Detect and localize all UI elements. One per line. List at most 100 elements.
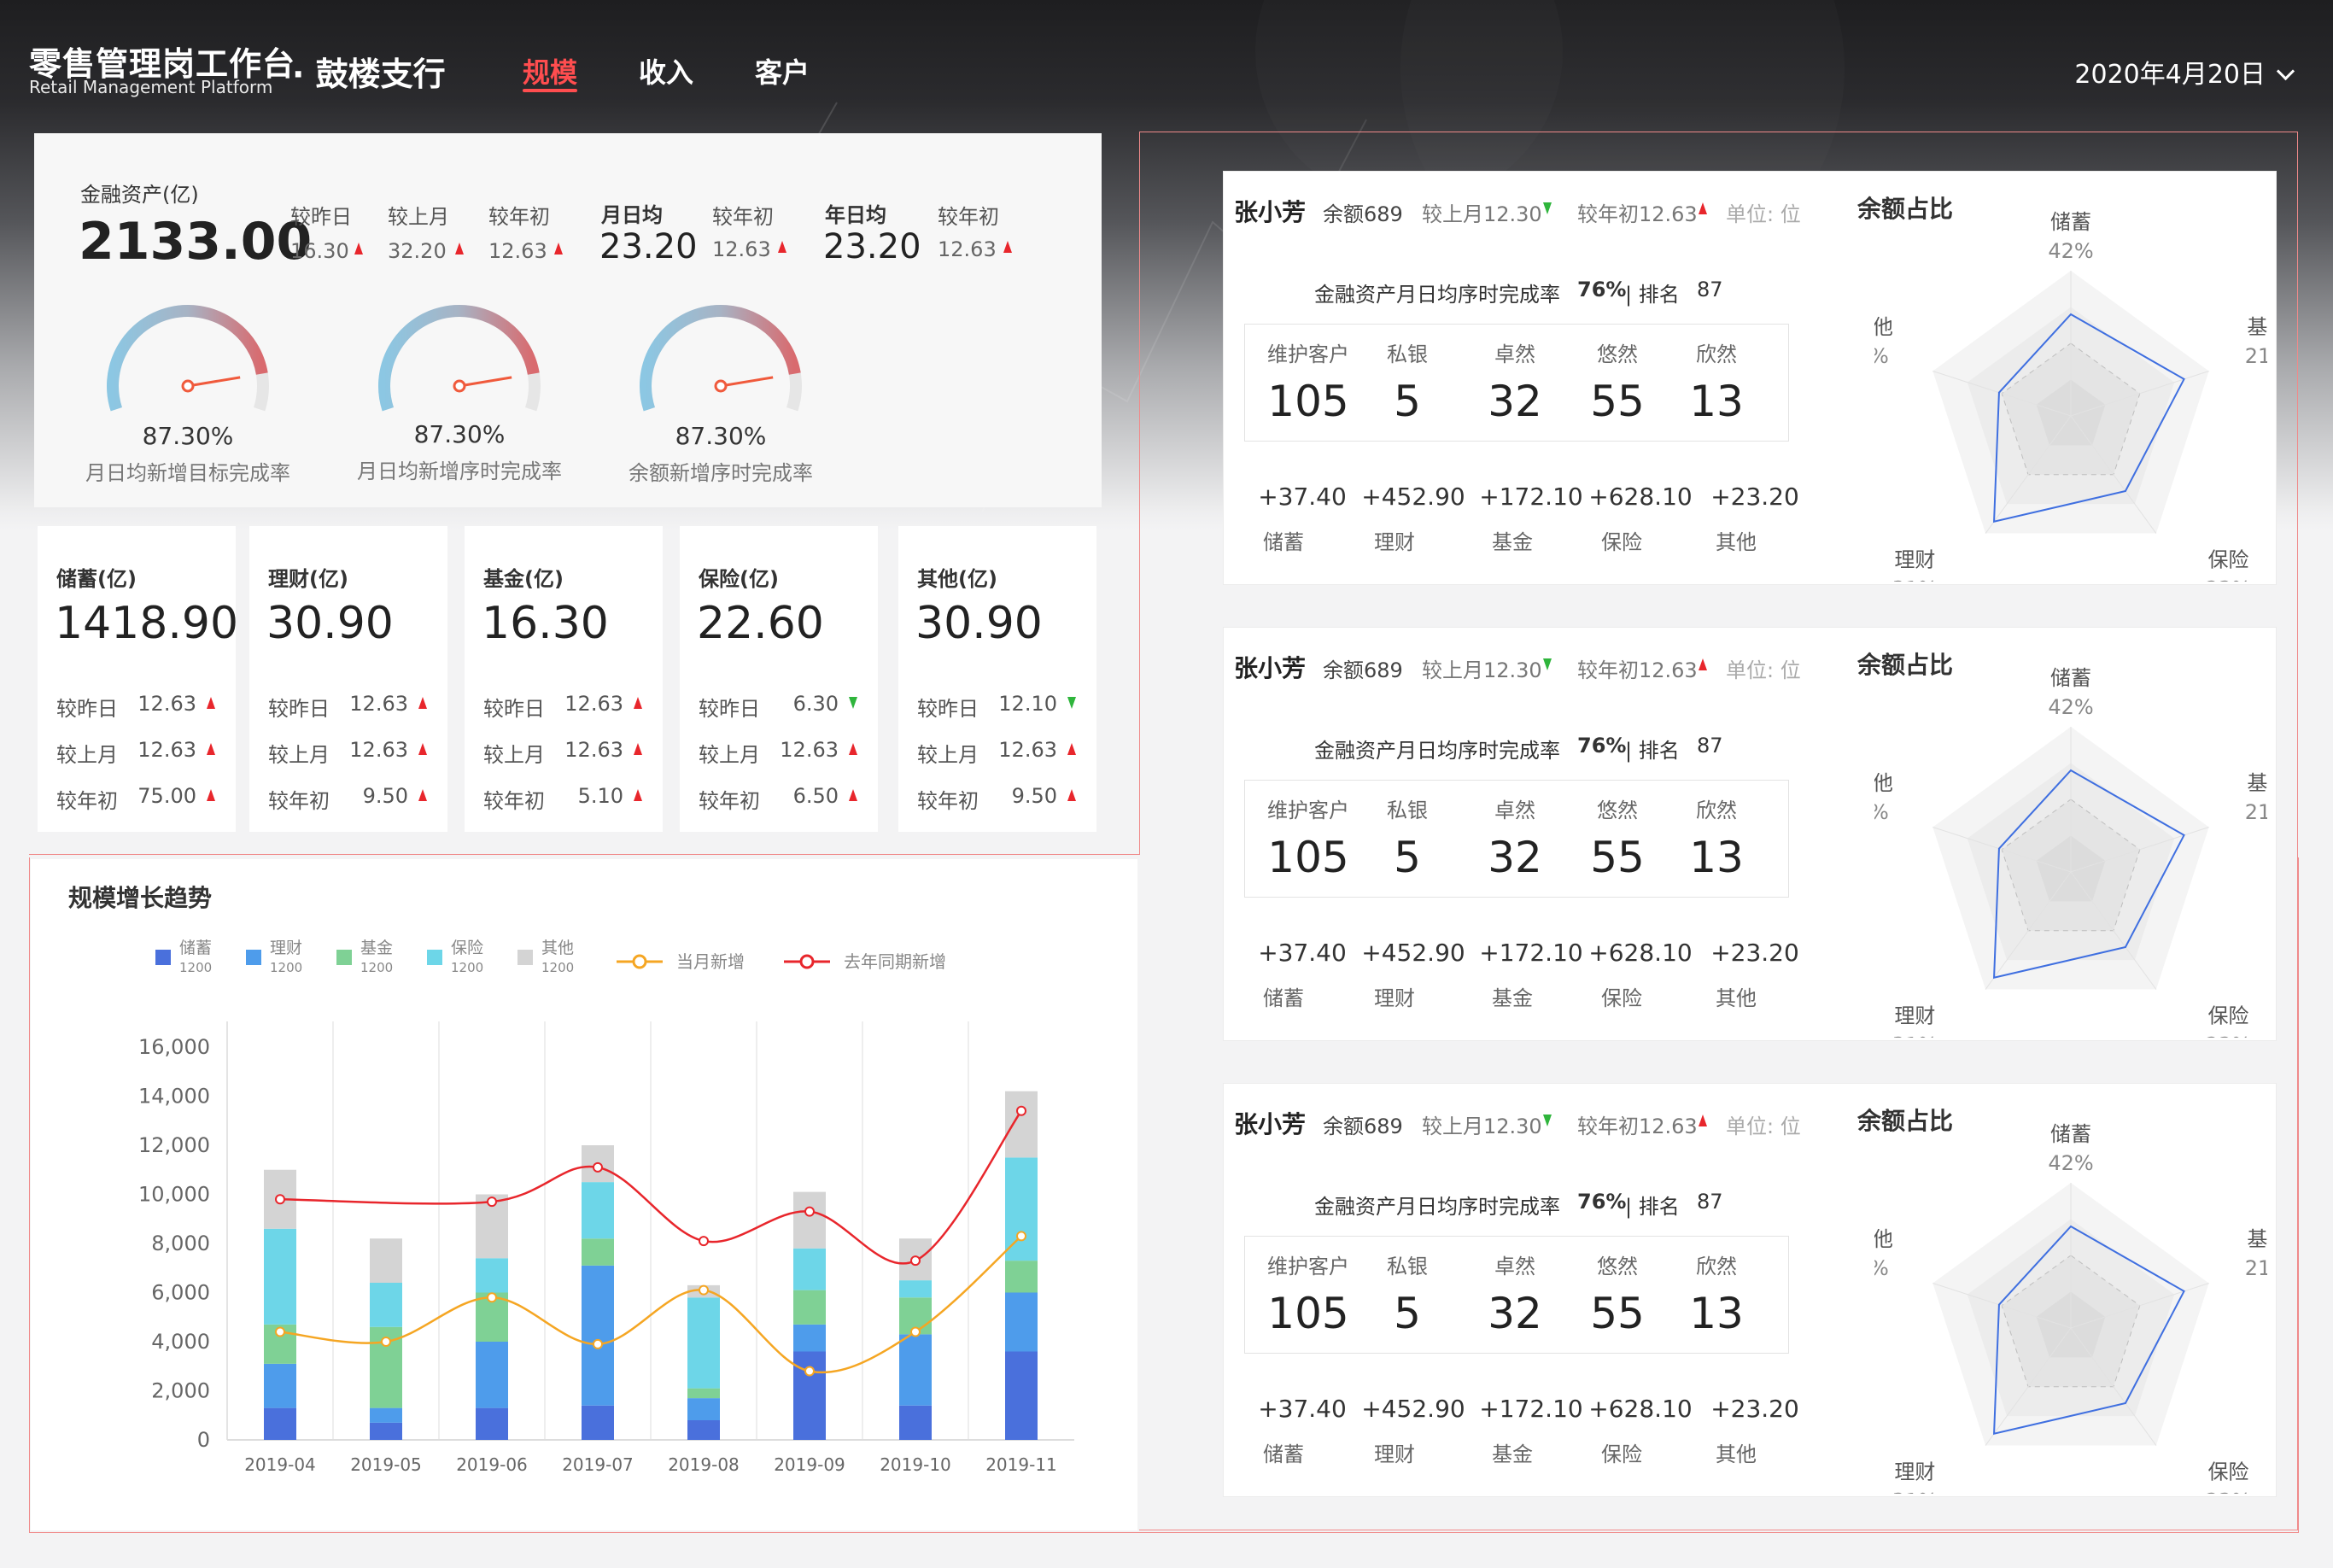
bar-segment[interactable] — [476, 1342, 508, 1408]
legend-swatch[interactable] — [336, 950, 352, 965]
date-selector[interactable]: 2020年4月20日 — [2074, 53, 2295, 91]
bar-segment[interactable] — [582, 1238, 614, 1266]
bar-segment[interactable] — [1005, 1157, 1038, 1261]
legend-label[interactable]: 保险 — [451, 939, 483, 957]
stat-value: 13 — [1689, 377, 1744, 426]
bar-segment[interactable] — [793, 1248, 826, 1290]
bar-segment[interactable] — [476, 1258, 508, 1293]
stat-label: 私银 — [1387, 342, 1428, 366]
legend-label[interactable]: 理财 — [270, 939, 302, 957]
radar-axis-label: 其他 — [1874, 315, 1893, 339]
bar-segment[interactable] — [687, 1420, 720, 1440]
gauge-chart — [640, 305, 802, 412]
increment-label: 基金 — [1492, 1442, 1533, 1466]
bar-segment[interactable] — [793, 1191, 826, 1249]
product-title: 理财(亿) — [268, 567, 348, 591]
staff-name[interactable]: 张小芳 — [1234, 1106, 1306, 1140]
x-tick-label: 2019-08 — [668, 1454, 740, 1475]
line-point[interactable] — [381, 1337, 391, 1347]
staff-name[interactable]: 张小芳 — [1234, 194, 1306, 228]
bar-segment[interactable] — [687, 1398, 720, 1420]
gauge-pivot — [181, 379, 195, 393]
year-avg-value: 23.20 — [823, 227, 921, 266]
gauge-needle — [187, 376, 241, 388]
rank-label: | 排名 — [1625, 283, 1680, 307]
line-point[interactable] — [487, 1196, 497, 1208]
rate-value: 76% — [1577, 1190, 1627, 1214]
nav-tab-scale[interactable]: 规模 — [523, 51, 578, 92]
legend-swatch[interactable] — [427, 950, 442, 965]
radar-axis-label: 理财 — [1894, 1004, 1935, 1028]
bar-segment[interactable] — [793, 1290, 826, 1325]
arrow-up-icon — [849, 789, 857, 801]
bar-segment[interactable] — [370, 1422, 402, 1440]
stat-label: 私银 — [1387, 1255, 1428, 1278]
product-value: 22.60 — [697, 598, 824, 649]
bar-segment[interactable] — [899, 1334, 932, 1406]
bar-segment[interactable] — [264, 1363, 296, 1408]
line-point[interactable] — [487, 1292, 497, 1303]
cmp-value-day: 16.30 — [290, 239, 349, 263]
branch-name[interactable]: · 鼓楼支行 — [292, 48, 446, 95]
arrow-up-icon — [207, 743, 215, 755]
bar-segment[interactable] — [476, 1407, 508, 1440]
bar-segment[interactable] — [793, 1324, 826, 1352]
staff-cmp-month: 较上月12.30 — [1422, 202, 1542, 226]
bar-segment[interactable] — [264, 1407, 296, 1440]
product-cmp-value: 5.10 — [577, 784, 623, 808]
stat-value: 55 — [1590, 1289, 1645, 1338]
line-point[interactable] — [910, 1255, 921, 1267]
legend-label[interactable]: 基金 — [360, 939, 393, 957]
legend-label[interactable]: 储蓄 — [179, 939, 212, 957]
radar-axis-label: 储蓄 — [2050, 666, 2091, 690]
rate-label: 金融资产月日均序时完成率 — [1314, 739, 1560, 763]
nav-tab-customer[interactable]: 客户 — [755, 51, 810, 91]
line-point[interactable] — [804, 1366, 815, 1377]
legend-label[interactable]: 当月新增 — [676, 951, 745, 972]
gauge-arc — [378, 305, 540, 412]
bar-segment[interactable] — [793, 1351, 826, 1441]
bar-segment[interactable] — [687, 1388, 720, 1399]
gauge-label: 月日均新增目标完成率 — [85, 461, 290, 485]
increment-label: 保险 — [1601, 530, 1642, 554]
product-card: 基金(亿) 16.30 较昨日 12.63 较上月 12.63 较年初 5.10 — [465, 526, 663, 832]
nav-tab-income[interactable]: 收入 — [639, 51, 693, 91]
line-point[interactable] — [1016, 1231, 1026, 1242]
bar-segment[interactable] — [582, 1182, 614, 1239]
legend-swatch[interactable] — [155, 950, 171, 965]
line-point[interactable] — [1016, 1105, 1026, 1116]
bar-segment[interactable] — [264, 1228, 296, 1325]
line-point[interactable] — [593, 1338, 603, 1349]
bar-segment[interactable] — [899, 1405, 932, 1440]
arrow-up-icon — [554, 243, 563, 255]
increment-value: +37.40 — [1258, 939, 1347, 967]
bar-segment[interactable] — [370, 1283, 402, 1327]
line-point[interactable] — [275, 1194, 285, 1205]
bar-segment[interactable] — [899, 1280, 932, 1298]
bar-segment[interactable] — [370, 1407, 402, 1423]
line-point[interactable] — [699, 1284, 709, 1296]
legend-swatch[interactable] — [517, 950, 533, 965]
line-point[interactable] — [275, 1326, 285, 1337]
line-point[interactable] — [910, 1326, 921, 1337]
bar-segment[interactable] — [1005, 1261, 1038, 1293]
legend-label[interactable]: 去年同期新增 — [844, 951, 946, 972]
rank-label: | 排名 — [1625, 1195, 1680, 1219]
legend-label[interactable]: 其他 — [541, 939, 574, 957]
staff-name[interactable]: 张小芳 — [1234, 650, 1306, 684]
bar-segment[interactable] — [370, 1238, 402, 1283]
legend-swatch[interactable] — [246, 950, 261, 965]
gauge-value: 87.30% — [142, 422, 234, 450]
line-point[interactable] — [593, 1161, 603, 1173]
bar-segment[interactable] — [1005, 1091, 1038, 1158]
line-point[interactable] — [804, 1206, 815, 1217]
bar-segment[interactable] — [582, 1405, 614, 1440]
bar-segment[interactable] — [1005, 1292, 1038, 1352]
year-avg-cmp-label: 较年初 — [938, 205, 999, 229]
bar-segment[interactable] — [582, 1265, 614, 1406]
line-point[interactable] — [699, 1236, 709, 1247]
bar-segment[interactable] — [687, 1297, 720, 1389]
product-value: 16.30 — [482, 598, 609, 649]
bar-segment[interactable] — [1005, 1351, 1038, 1441]
staff-unit: 单位: 位 — [1726, 658, 1801, 682]
